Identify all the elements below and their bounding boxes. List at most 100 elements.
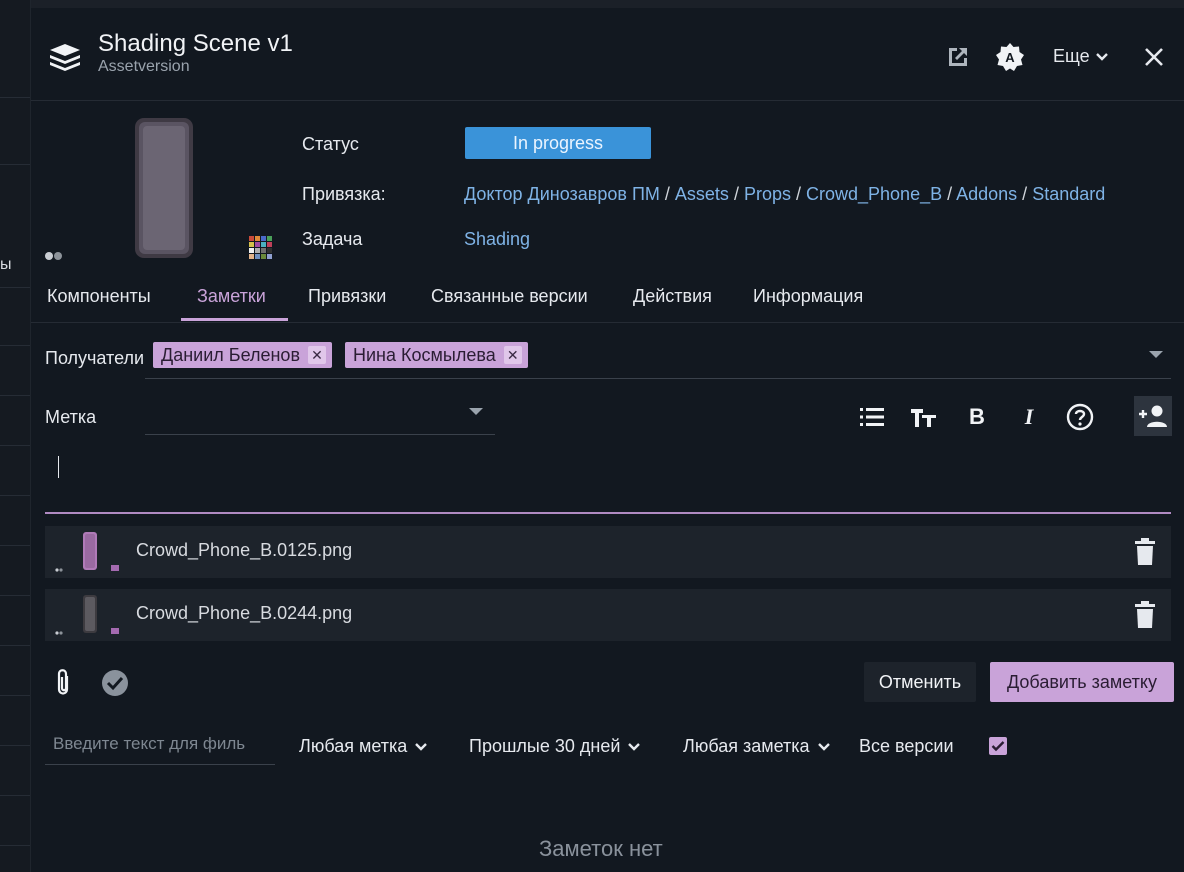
trash-icon[interactable] xyxy=(1133,538,1157,566)
label-dropdown-icon[interactable] xyxy=(469,408,483,415)
notes-filter-field xyxy=(45,724,275,765)
accessibility-button[interactable]: A xyxy=(995,42,1025,72)
help-button[interactable] xyxy=(1065,402,1095,432)
attachment-thumbnail xyxy=(55,595,119,635)
more-menu-button[interactable]: Еще xyxy=(1053,46,1108,67)
chevron-down-icon xyxy=(628,742,641,751)
close-button[interactable] xyxy=(1139,42,1169,72)
divider xyxy=(0,445,30,446)
tab-components[interactable]: Компоненты xyxy=(47,286,151,307)
label-select[interactable] xyxy=(145,400,495,435)
tab-related-versions[interactable]: Связанные версии xyxy=(431,286,588,307)
divider xyxy=(0,395,30,396)
add-note-button[interactable]: Добавить заметку xyxy=(990,662,1174,702)
truncated-label: ы xyxy=(0,256,12,273)
divider xyxy=(0,345,30,346)
breadcrumb-assets[interactable]: Assets xyxy=(675,184,729,204)
trash-icon[interactable] xyxy=(1133,601,1157,629)
divider xyxy=(0,545,30,546)
empty-notes-message: Заметок нет xyxy=(539,836,663,861)
recipient-chip: Нина Космылева ✕ xyxy=(345,342,528,368)
divider xyxy=(0,495,30,496)
asset-version-panel: Shading Scene v1 Assetversion A Еще Стат… xyxy=(31,8,1184,872)
open-external-icon xyxy=(949,48,967,66)
chevron-down-icon xyxy=(415,742,428,751)
task-label: Задача xyxy=(302,229,363,249)
divider xyxy=(0,287,30,288)
divider xyxy=(0,695,30,696)
label-field-label: Метка xyxy=(45,407,97,427)
breadcrumb-props[interactable]: Props xyxy=(744,184,791,204)
breadcrumb-asset[interactable]: Crowd_Phone_B xyxy=(806,184,942,204)
add-person-icon xyxy=(1139,405,1167,427)
version-thumbnail xyxy=(45,118,272,260)
bold-icon: B xyxy=(969,404,985,429)
color-checker-icon xyxy=(249,236,272,259)
breadcrumb-addons[interactable]: Addons xyxy=(956,184,1017,204)
link-label: Привязка: xyxy=(302,184,386,204)
tab-bar: Компоненты Заметки Привязки Связанные ве… xyxy=(31,278,1184,323)
divider xyxy=(0,845,30,846)
chevron-down-icon xyxy=(817,742,830,751)
checkmark-icon xyxy=(991,741,1005,752)
text-size-icon xyxy=(911,409,936,427)
entity-type: Assetversion xyxy=(98,58,190,75)
tab-information[interactable]: Информация xyxy=(753,286,863,307)
bullet-list-button[interactable] xyxy=(857,402,887,432)
paperclip-icon[interactable] xyxy=(53,668,73,698)
date-filter-dropdown[interactable]: Прошлые 30 дней xyxy=(469,736,641,757)
notes-filter-input[interactable] xyxy=(45,724,275,764)
check-circle-icon[interactable] xyxy=(101,669,129,697)
label-filter-dropdown[interactable]: Любая метка xyxy=(299,736,428,757)
note-editor[interactable] xyxy=(45,446,1171,514)
all-versions-checkbox[interactable] xyxy=(989,737,1007,755)
attachment-thumbnail xyxy=(55,532,119,572)
list-icon xyxy=(860,408,884,426)
remove-recipient-icon[interactable]: ✕ xyxy=(503,346,522,364)
breadcrumb-standard[interactable]: Standard xyxy=(1032,184,1105,204)
divider xyxy=(0,645,30,646)
panel-header: Shading Scene v1 Assetversion A Еще xyxy=(31,8,1184,101)
label-filter-value: Любая метка xyxy=(299,736,408,756)
cancel-button[interactable]: Отменить xyxy=(864,662,976,702)
more-menu-label: Еще xyxy=(1053,46,1090,66)
status-label: Статус xyxy=(302,134,359,154)
attachment-row: Crowd_Phone_B.0125.png xyxy=(45,526,1171,578)
italic-button[interactable]: I xyxy=(1014,402,1044,432)
divider xyxy=(0,97,30,98)
top-bar xyxy=(30,0,1184,8)
all-versions-label: Все версии xyxy=(859,736,954,756)
breadcrumb-project[interactable]: Доктор Динозавров ПМ xyxy=(464,184,660,204)
note-filter-dropdown[interactable]: Любая заметка xyxy=(683,736,830,757)
recipients-dropdown-icon[interactable] xyxy=(1149,351,1163,358)
italic-icon: I xyxy=(1024,404,1034,429)
task-link[interactable]: Shading xyxy=(464,229,530,250)
help-icon xyxy=(1066,403,1094,431)
date-filter-value: Прошлые 30 дней xyxy=(469,736,621,756)
mention-user-button[interactable] xyxy=(1134,396,1172,436)
text-size-button[interactable] xyxy=(909,402,939,432)
bold-button[interactable]: B xyxy=(962,402,992,432)
recipients-label: Получатели xyxy=(45,348,145,368)
chevron-down-icon xyxy=(1095,52,1108,61)
recipient-chip: Даниил Беленов ✕ xyxy=(153,342,333,368)
note-filter-value: Любая заметка xyxy=(683,736,810,756)
tab-actions[interactable]: Действия xyxy=(633,286,712,307)
text-cursor xyxy=(58,456,59,478)
tab-notes[interactable]: Заметки xyxy=(197,286,266,307)
remove-recipient-icon[interactable]: ✕ xyxy=(308,346,327,364)
recipient-name: Даниил Беленов xyxy=(161,344,301,365)
tab-links[interactable]: Привязки xyxy=(308,286,386,307)
badge-a-icon: A xyxy=(996,43,1024,71)
attachment-name: Crowd_Phone_B.0125.png xyxy=(136,540,353,560)
divider xyxy=(0,795,30,796)
open-external-button[interactable] xyxy=(943,42,973,72)
svg-text:A: A xyxy=(1005,50,1015,65)
divider xyxy=(0,745,30,746)
attachment-name: Crowd_Phone_B.0244.png xyxy=(136,603,353,623)
layers-icon xyxy=(50,44,80,71)
recipient-name: Нина Космылева xyxy=(353,344,496,365)
background-list-strip: ы xyxy=(0,0,31,872)
close-icon xyxy=(1145,48,1163,66)
status-badge[interactable]: In progress xyxy=(465,127,651,159)
